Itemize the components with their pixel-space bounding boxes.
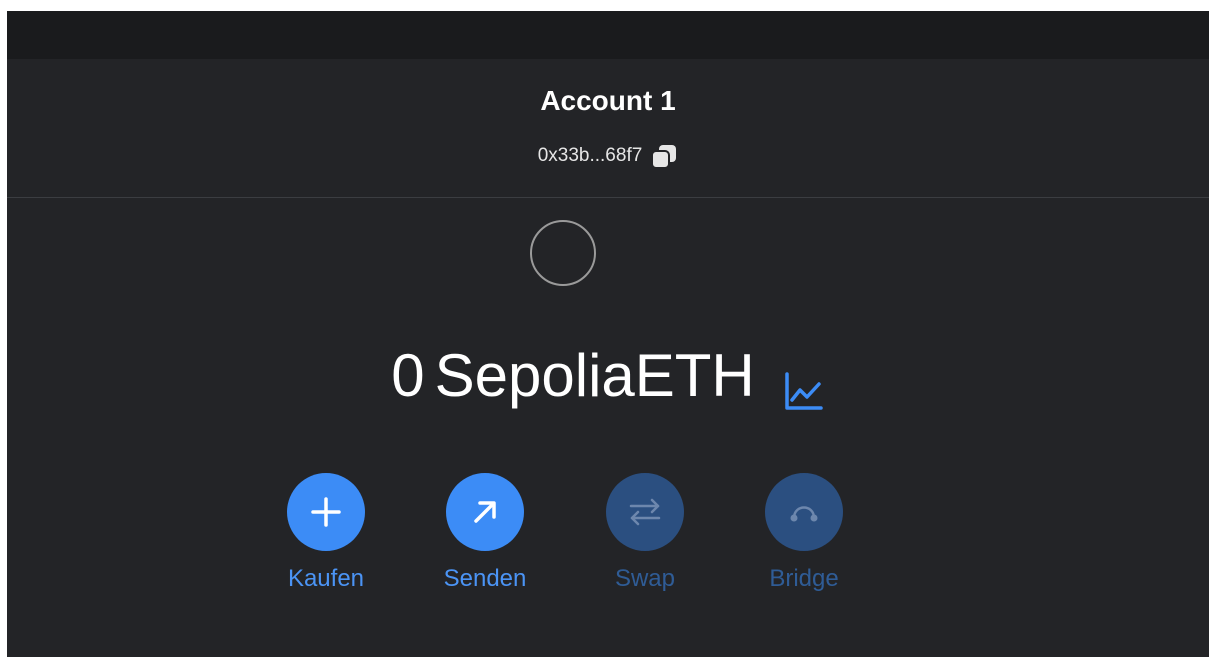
bridge-label[interactable]: Bridge [749,565,859,593]
send-label[interactable]: Senden [430,565,540,593]
buy-button[interactable]: Kaufen [271,473,381,593]
balance-unit: SepoliaETH [434,342,755,409]
copy-icon[interactable] [650,143,678,169]
chart-icon[interactable] [783,357,825,410]
bridge-icon[interactable] [765,473,843,551]
balance-value: 0 SepoliaETH [391,341,755,411]
account-name[interactable]: Account 1 [7,85,1209,117]
balance-amount: 0 [391,342,425,409]
balance-row: 0 SepoliaETH [7,341,1209,411]
swap-label[interactable]: Swap [590,565,700,593]
wallet-window: Account 1 0x33b...68f7 0 SepoliaETH Kauf… [7,11,1209,657]
arrow-up-right-icon[interactable] [446,473,524,551]
account-address[interactable]: 0x33b...68f7 [538,145,643,167]
action-bar: Kaufen Senden Swap Bridge [7,473,1209,603]
bridge-button[interactable]: Bridge [749,473,859,593]
swap-arrows-icon[interactable] [606,473,684,551]
account-header: Account 1 0x33b...68f7 [7,59,1209,198]
buy-label[interactable]: Kaufen [271,565,381,593]
account-avatar [530,220,596,286]
send-button[interactable]: Senden [430,473,540,593]
swap-button[interactable]: Swap [590,473,700,593]
plus-icon[interactable] [287,473,365,551]
top-bar [7,11,1209,59]
address-row[interactable]: 0x33b...68f7 [7,143,1209,169]
